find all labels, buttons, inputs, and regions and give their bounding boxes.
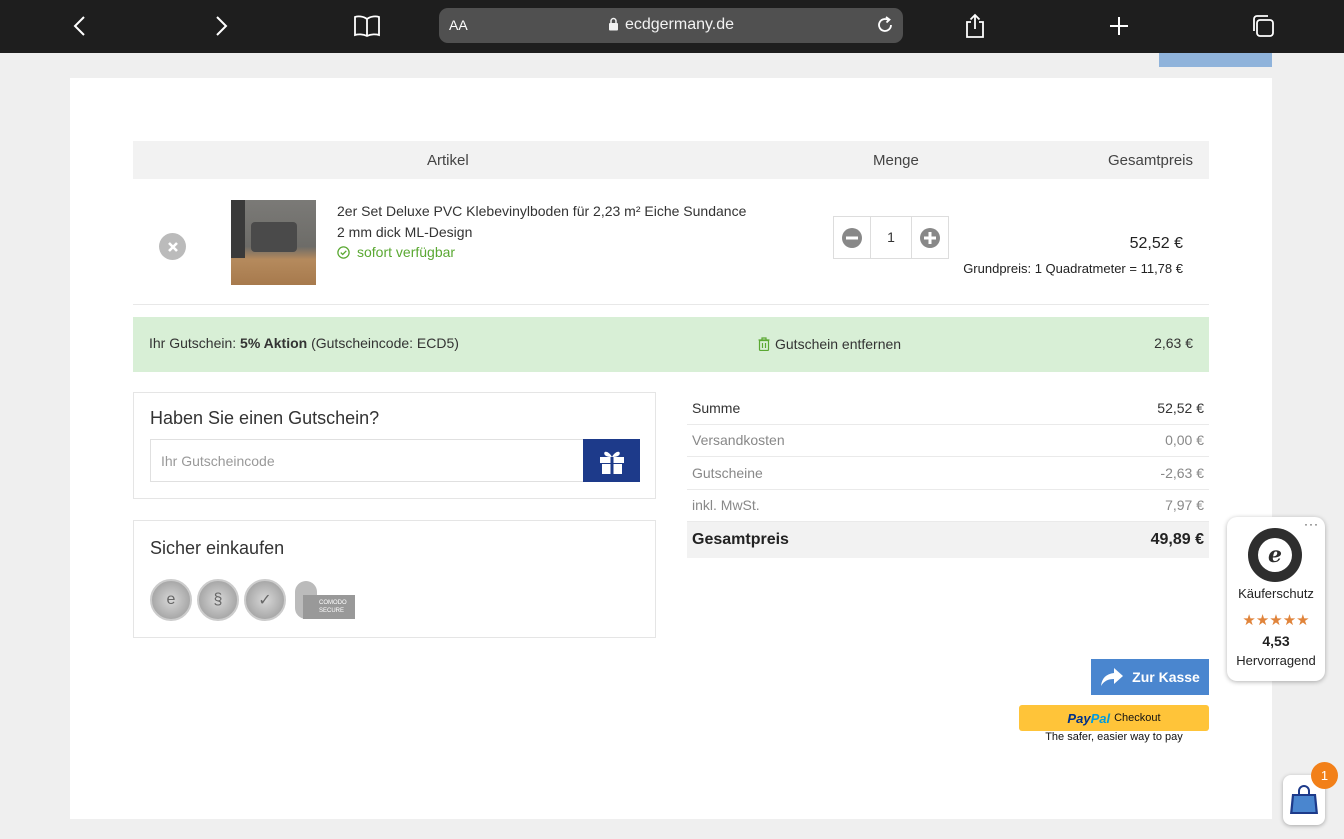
voucher-info: Ihr Gutschein: 5% Aktion (Gutscheincode:… xyxy=(149,335,459,351)
decrease-quantity-button[interactable] xyxy=(834,217,870,258)
voucher-amount: 2,63 € xyxy=(1154,335,1193,351)
gift-icon xyxy=(599,451,624,474)
checkout-label: Zur Kasse xyxy=(1132,669,1200,685)
reload-button[interactable] xyxy=(875,15,895,40)
product-title[interactable]: 2er Set Deluxe PVC Klebevinylboden für 2… xyxy=(337,201,757,243)
close-icon xyxy=(167,241,178,252)
grand-total-row: Gesamtpreis 49,89 € xyxy=(687,522,1209,558)
col-article: Artikel xyxy=(427,152,469,169)
availability-status: sofort verfügbar xyxy=(337,244,455,260)
col-quantity: Menge xyxy=(873,152,919,169)
plus-circle-icon xyxy=(920,227,940,248)
chevron-right-icon xyxy=(216,16,228,36)
share-button[interactable] xyxy=(957,8,993,44)
trust-seals: e § ✓ COMODO SECURE xyxy=(150,579,355,621)
trash-icon xyxy=(758,337,770,351)
quantity-stepper: 1 xyxy=(833,216,949,259)
applied-voucher-bar: Ihr Gutschein: 5% Aktion (Gutscheincode:… xyxy=(133,317,1209,372)
item-price: 52,52 € xyxy=(1129,235,1183,252)
chevron-left-icon xyxy=(73,16,85,36)
increase-quantity-button[interactable] xyxy=(912,217,948,258)
paypal-tagline: The safer, easier way to pay xyxy=(1045,731,1183,743)
address-bar[interactable]: AA ecdgermany.de xyxy=(439,8,903,43)
voucher-name: 5% Aktion xyxy=(240,335,308,351)
share-icon xyxy=(966,13,984,38)
minus-circle-icon xyxy=(842,227,862,248)
lock-icon xyxy=(608,17,618,31)
totals-row: Gutscheine -2,63 € xyxy=(687,457,1209,490)
unit-price: Grundpreis: 1 Quadratmeter = 11,78 € xyxy=(963,261,1183,276)
quantity-input[interactable]: 1 xyxy=(870,217,912,258)
tabs-icon xyxy=(1253,15,1274,37)
browser-toolbar: AA ecdgermany.de xyxy=(0,0,1344,53)
reload-icon xyxy=(878,16,892,32)
cart-item: 2er Set Deluxe PVC Klebevinylboden für 2… xyxy=(133,179,1209,305)
paypal-logo-icon: PayPal xyxy=(1067,710,1111,726)
book-icon xyxy=(354,15,380,37)
paypal-checkout-button[interactable]: PayPal Checkout xyxy=(1019,705,1209,731)
cart-table-header: Artikel Menge Gesamtpreis xyxy=(133,141,1209,179)
totals-row: Summe 52,52 € xyxy=(687,392,1209,425)
paragraph-seal-icon[interactable]: § xyxy=(197,579,239,621)
forward-button[interactable] xyxy=(204,8,240,44)
buyer-protection-label: Käuferschutz xyxy=(1238,586,1314,601)
rating-score: 4,53 xyxy=(1262,633,1290,649)
totals-row: inkl. MwSt. 7,97 € xyxy=(687,490,1209,522)
cart-card: Artikel Menge Gesamtpreis 2er Set Deluxe… xyxy=(70,78,1272,819)
url-domain: ecdgermany.de xyxy=(624,16,735,33)
top-checkout-button[interactable] xyxy=(1159,53,1272,67)
secure-title: Sicher einkaufen xyxy=(150,538,285,558)
back-button[interactable] xyxy=(61,8,97,44)
shopping-bag-icon xyxy=(1290,785,1318,814)
comodo-secure-seal-icon[interactable]: COMODO SECURE xyxy=(291,579,355,621)
bookmarks-button[interactable] xyxy=(349,8,385,44)
trusted-shops-logo-icon: e xyxy=(1248,528,1302,582)
totals-row: Versandkosten 0,00 € xyxy=(687,425,1209,457)
secure-shopping-box: Sicher einkaufen e § ✓ COMODO SECURE xyxy=(133,520,656,638)
new-tab-button[interactable] xyxy=(1101,8,1137,44)
order-totals: Summe 52,52 € Versandkosten 0,00 € Gutsche… xyxy=(687,392,1209,558)
widget-menu-button[interactable]: ··· xyxy=(1304,517,1319,531)
coupon-title: Haben Sie einen Gutschein? xyxy=(150,408,380,428)
coupon-code-input[interactable]: Ihr Gutscheincode xyxy=(150,439,584,482)
trusted-shops-seal-icon[interactable]: e xyxy=(150,579,192,621)
rating-text: Hervorragend xyxy=(1236,653,1316,668)
share-arrow-icon xyxy=(1101,668,1124,686)
tabs-overview-button[interactable] xyxy=(1245,8,1281,44)
remove-item-button[interactable] xyxy=(159,233,186,260)
remove-voucher-button[interactable]: Gutschein entfernen xyxy=(758,336,901,352)
rating-stars-icon: ★★★★★ xyxy=(1242,612,1310,629)
coupon-box: Haben Sie einen Gutschein? Ihr Gutschein… xyxy=(133,392,656,499)
product-image[interactable] xyxy=(231,200,316,285)
cart-count-badge: 1 xyxy=(1311,762,1338,789)
reliability-seal-icon[interactable]: ✓ xyxy=(244,579,286,621)
col-total: Gesamtpreis xyxy=(1107,152,1193,169)
availability-label: sofort verfügbar xyxy=(357,244,456,260)
plus-icon xyxy=(1110,17,1128,35)
check-circle-icon xyxy=(337,245,350,259)
checkout-button[interactable]: Zur Kasse xyxy=(1091,659,1209,695)
remove-voucher-label: Gutschein entfernen xyxy=(775,336,902,352)
redeem-coupon-button[interactable] xyxy=(583,439,640,482)
trusted-shops-widget[interactable]: ··· e Käuferschutz ★★★★★ 4,53 Hervorrage… xyxy=(1227,517,1325,681)
